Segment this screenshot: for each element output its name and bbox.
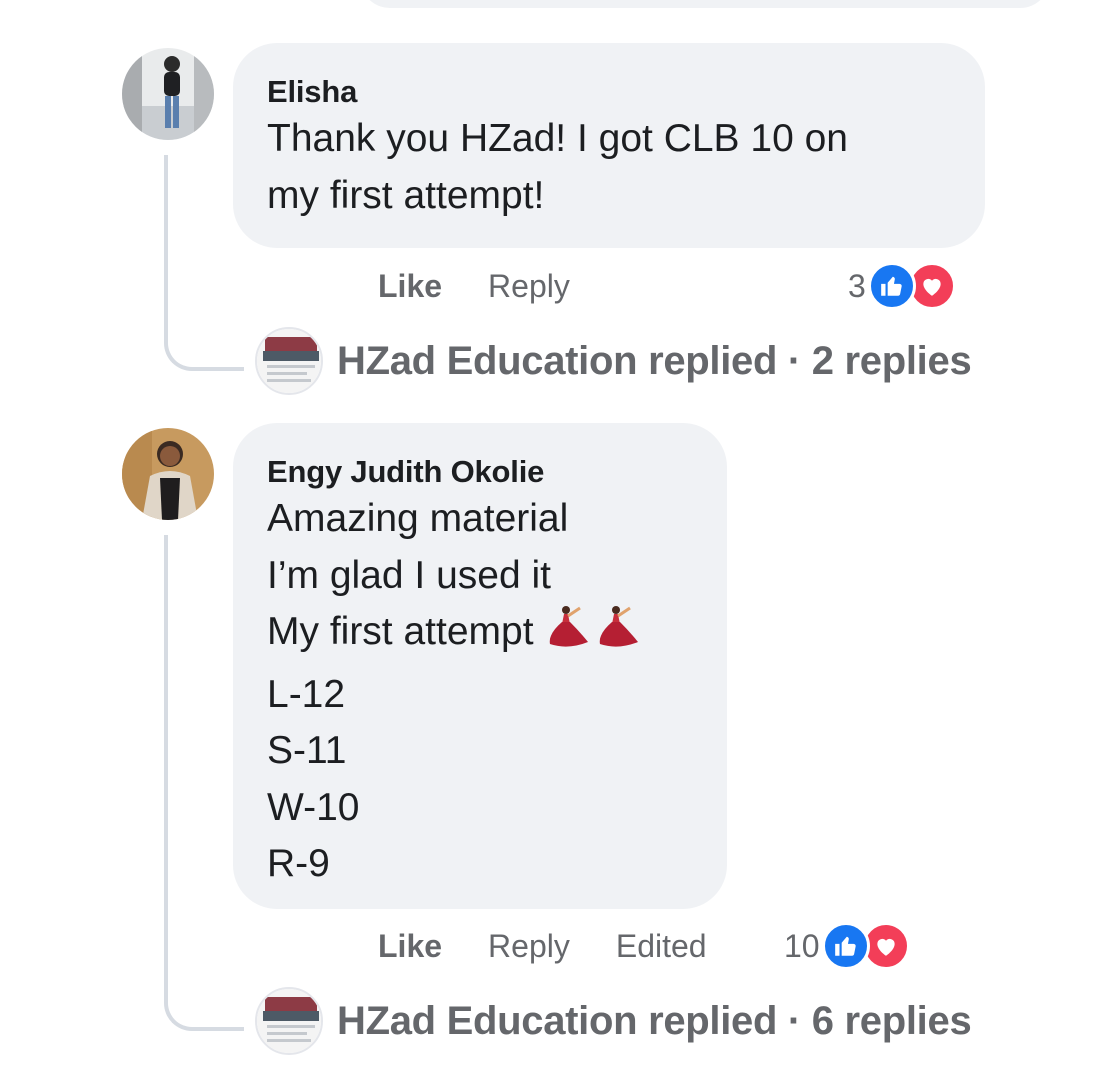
comment-author[interactable]: Elisha	[267, 73, 951, 111]
comment-text: My first attempt	[267, 610, 534, 653]
like-button[interactable]: Like	[378, 268, 442, 305]
comment-text-line: S-11	[267, 729, 347, 772]
comment-bubble: Elisha Thank you HZad! I got CLB 10 on m…	[233, 43, 985, 248]
previous-comment-bubble	[360, 0, 1050, 8]
comment-actions: Like Reply Edited	[378, 924, 753, 968]
like-icon	[821, 922, 870, 970]
page-avatar	[255, 327, 323, 395]
like-button[interactable]: Like	[378, 928, 442, 965]
like-icon	[867, 262, 916, 310]
thread-line	[164, 155, 244, 371]
view-replies-link[interactable]: HZad Education replied · 6 replies	[255, 985, 972, 1057]
page-avatar	[255, 987, 323, 1055]
comment-text-line: My first attempt	[267, 604, 693, 667]
replies-summary[interactable]: HZad Education replied · 2 replies	[337, 339, 972, 384]
comment-author[interactable]: Engy Judith Okolie	[267, 453, 693, 491]
avatar[interactable]	[122, 428, 214, 520]
comment-bubble: Engy Judith Okolie Amazing material I’m …	[233, 423, 727, 909]
edited-label[interactable]: Edited	[616, 928, 707, 965]
view-replies-link[interactable]: HZad Education replied · 2 replies	[255, 325, 972, 397]
reaction-count: 10	[784, 927, 820, 964]
comment-text-line: W-10	[267, 785, 360, 829]
reply-button[interactable]: Reply	[488, 928, 570, 965]
reactions-summary[interactable]: 3	[848, 258, 956, 314]
comment-text-line: I’m glad I used it	[267, 553, 551, 597]
comment-text-line: my first attempt!	[267, 173, 545, 217]
dancer-emoji-icon	[544, 604, 644, 667]
replies-summary[interactable]: HZad Education replied · 6 replies	[337, 999, 972, 1044]
comment-text-line: R-9	[267, 842, 330, 885]
comment-actions: Like Reply	[378, 264, 616, 308]
comment-text-line: Amazing material	[267, 497, 569, 540]
reactions-summary[interactable]: 10	[784, 918, 910, 974]
comment-text-line: Thank you HZad! I got CLB 10 on	[267, 117, 849, 160]
avatar[interactable]	[122, 48, 214, 140]
reply-button[interactable]: Reply	[488, 268, 570, 305]
comment-text-line: L-12	[267, 672, 346, 716]
thread-line	[164, 535, 244, 1031]
reaction-count: 3	[848, 267, 866, 304]
